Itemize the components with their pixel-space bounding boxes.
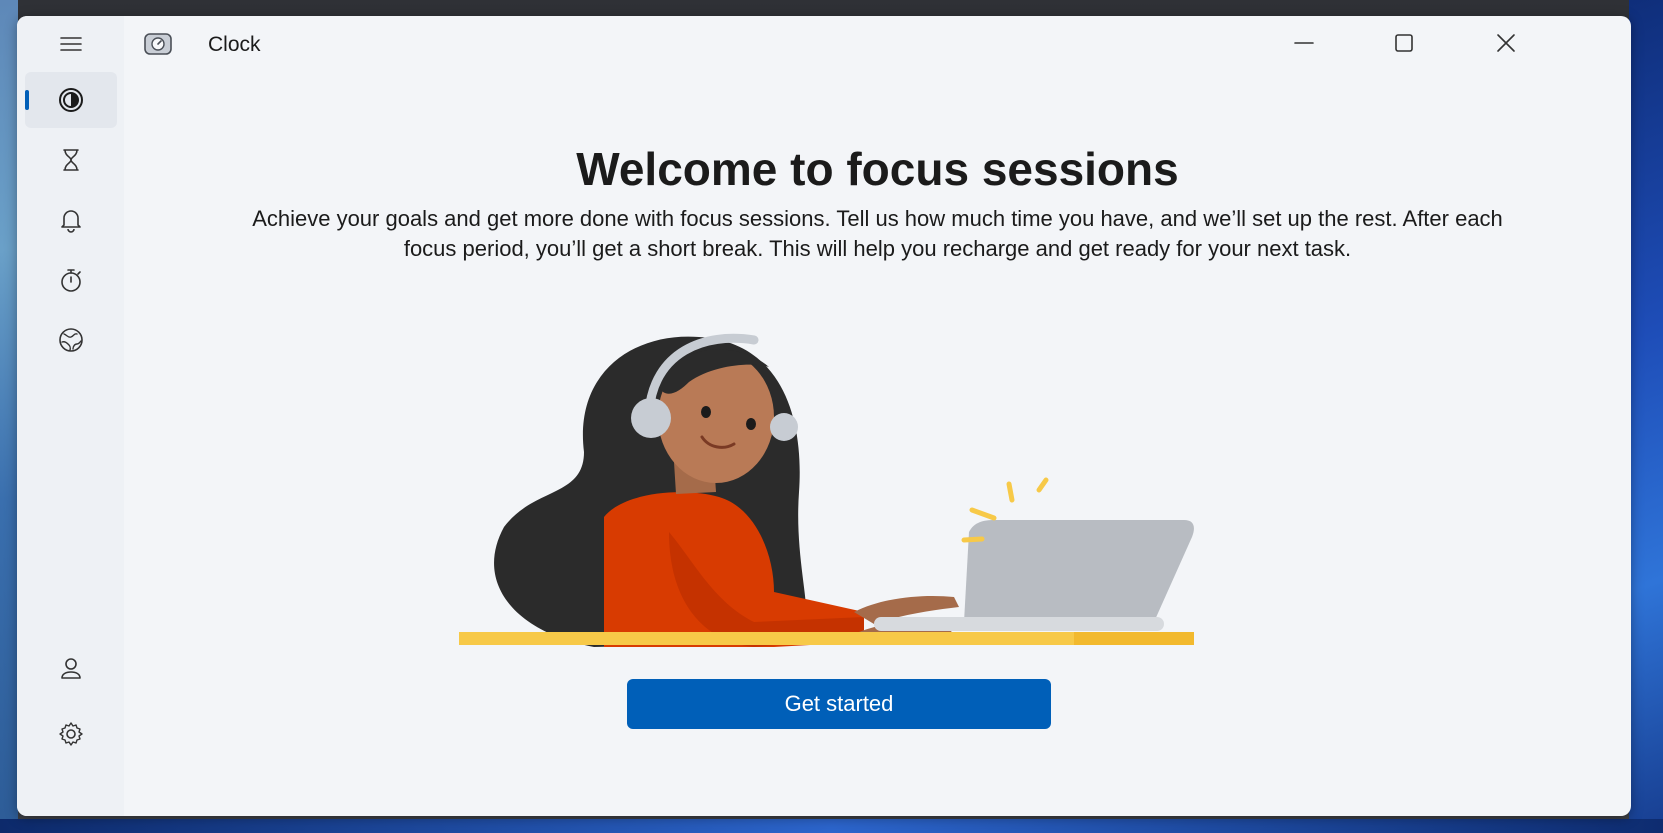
page-description: Achieve your goals and get more done wit…	[252, 206, 1503, 261]
sidebar-item-world-clock[interactable]	[25, 312, 117, 368]
desktop-bottom-edge	[0, 819, 1663, 833]
sidebar-item-settings[interactable]	[25, 706, 117, 762]
hamburger-menu-button[interactable]	[25, 16, 117, 72]
focus-sessions-page: Welcome to focus sessions Achieve your g…	[124, 72, 1631, 816]
minimize-icon	[1294, 42, 1314, 44]
page-heading: Welcome to focus sessions	[576, 143, 1179, 195]
desktop-wallpaper-edge	[1629, 0, 1663, 833]
person-icon	[61, 658, 81, 679]
close-icon	[1497, 34, 1515, 52]
maximize-icon	[1395, 34, 1413, 52]
app-title: Clock	[208, 33, 261, 56]
globe-icon	[59, 328, 83, 352]
clock-app-icon	[144, 33, 172, 55]
clock-window: Clock Welcome to focus sessions Achieve …	[17, 16, 1631, 816]
sidebar-item-alarm[interactable]	[25, 192, 117, 248]
desktop-left-edge	[0, 0, 18, 833]
sidebar-item-account[interactable]	[25, 641, 117, 697]
woman-with-headphones-on-laptop-illustration	[459, 333, 1194, 647]
minimize-button[interactable]	[1274, 22, 1334, 64]
bell-icon	[61, 210, 81, 233]
close-button[interactable]	[1476, 22, 1536, 64]
get-started-button[interactable]: Get started	[627, 679, 1051, 729]
gear-icon	[59, 722, 83, 746]
active-indicator	[25, 90, 29, 110]
navigation-sidebar	[17, 16, 124, 816]
sidebar-item-stopwatch[interactable]	[25, 252, 117, 308]
sidebar-item-timer[interactable]	[25, 132, 117, 188]
hourglass-icon	[63, 149, 79, 171]
title-bar: Clock	[124, 16, 1631, 72]
maximize-button[interactable]	[1374, 22, 1434, 64]
focus-icon	[59, 88, 83, 112]
stopwatch-icon	[61, 269, 81, 292]
hamburger-icon	[60, 37, 82, 51]
sidebar-item-focus-sessions[interactable]	[25, 72, 117, 128]
